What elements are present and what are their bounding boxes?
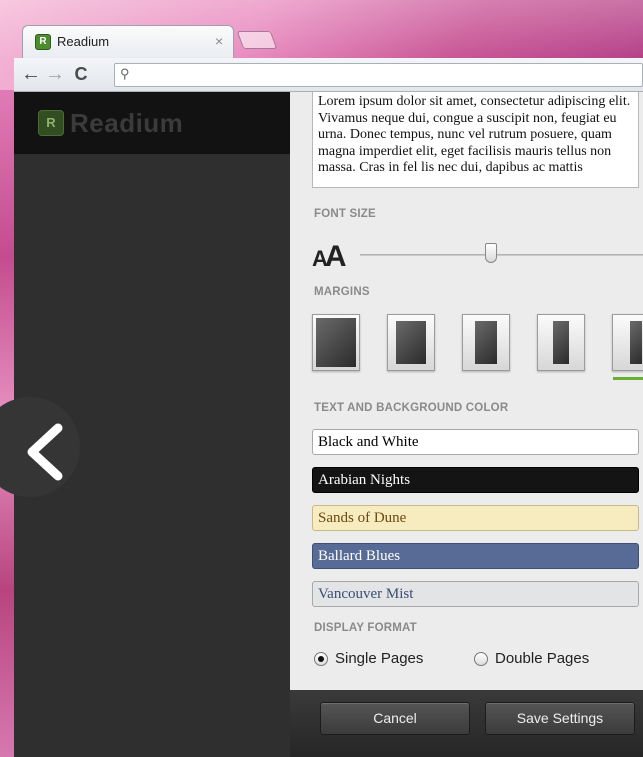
color-scheme-label: TEXT AND BACKGROUND COLOR <box>314 402 509 414</box>
single-pages-radio[interactable] <box>314 652 328 666</box>
tab-title: Readium <box>57 34 110 49</box>
margin-option-3[interactable] <box>462 314 510 371</box>
settings-panel: Lorem ipsum dolor sit amet, consectetur … <box>290 92 643 757</box>
font-size-label: FONT SIZE <box>314 208 376 220</box>
margins-label: MARGINS <box>314 286 370 298</box>
save-settings-button[interactable]: Save Settings <box>485 702 635 735</box>
readium-favicon-icon: R <box>35 34 51 50</box>
new-tab-button[interactable] <box>236 31 278 49</box>
color-option-sands-of-dune[interactable]: Sands of Dune <box>312 505 639 531</box>
forward-arrow-icon[interactable]: → <box>44 64 66 86</box>
back-arrow-icon[interactable]: ← <box>20 64 42 86</box>
font-preview-text: Lorem ipsum dolor sit amet, consectetur … <box>312 92 639 188</box>
readium-logo-icon: R <box>38 110 64 136</box>
color-option-vancouver-mist[interactable]: Vancouver Mist <box>312 581 639 607</box>
font-size-icon: AA <box>312 240 347 273</box>
settings-footer: Cancel Save Settings <box>290 690 643 757</box>
single-pages-label: Single Pages <box>335 650 424 667</box>
double-pages-label: Double Pages <box>495 650 590 667</box>
margin-option-2[interactable] <box>387 314 435 371</box>
app-logo-text: Readium <box>70 108 184 138</box>
search-icon: ⚲ <box>120 66 130 81</box>
reload-icon[interactable]: C <box>70 64 92 86</box>
color-option-black-and-white[interactable]: Black and White <box>312 429 639 455</box>
display-format-label: DISPLAY FORMAT <box>314 622 417 634</box>
margin-option-5[interactable] <box>612 314 643 380</box>
font-size-slider-thumb[interactable] <box>485 243 497 263</box>
address-bar[interactable]: ⚲ <box>114 63 643 87</box>
font-size-slider[interactable] <box>360 254 643 256</box>
double-pages-radio[interactable] <box>474 652 488 666</box>
tab-close-icon[interactable]: × <box>215 33 223 49</box>
cancel-button[interactable]: Cancel <box>320 702 470 735</box>
browser-tab[interactable]: R Readium × <box>22 25 234 59</box>
browser-toolbar: ← → C ⚲ <box>14 58 643 92</box>
color-option-ballard-blues[interactable]: Ballard Blues <box>312 543 639 569</box>
margin-option-1[interactable] <box>312 314 360 371</box>
color-option-arabian-nights[interactable]: Arabian Nights <box>312 467 639 493</box>
margin-option-4[interactable] <box>537 314 585 371</box>
chevron-left-icon <box>27 423 63 481</box>
